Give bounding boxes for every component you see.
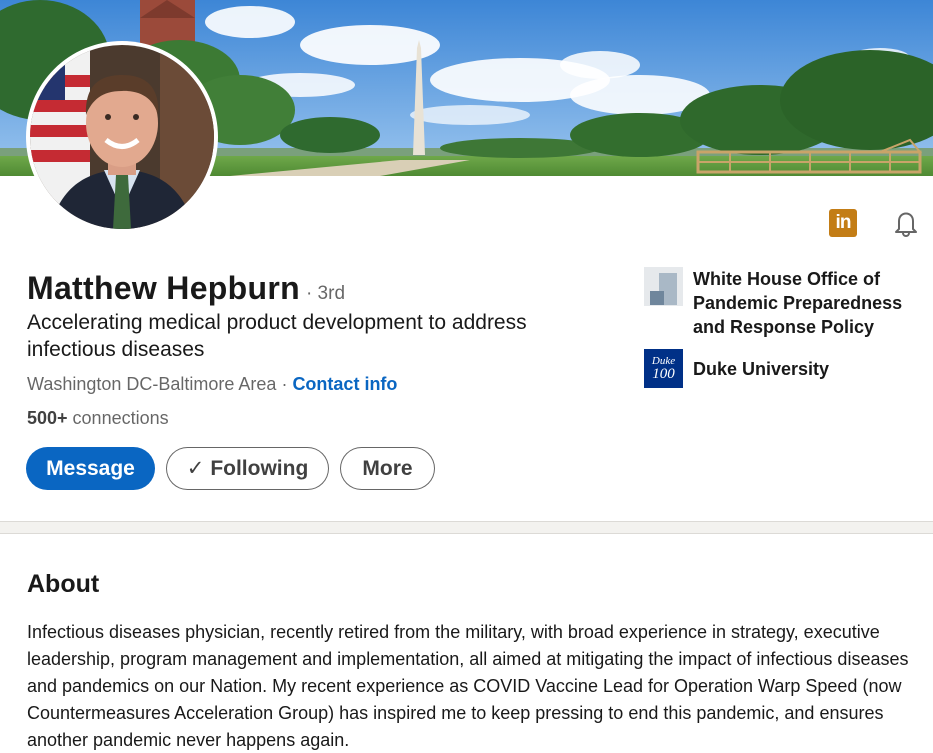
linkedin-icon[interactable]: in <box>829 209 857 237</box>
connections-count: 500+ <box>27 408 68 428</box>
profile-avatar[interactable] <box>26 41 218 233</box>
separator: · <box>276 374 293 394</box>
profile-card: in Matthew Hepburn · 3rd Accelerating me… <box>0 0 933 522</box>
connections-label: connections <box>67 408 169 428</box>
message-button[interactable]: Message <box>26 447 155 490</box>
about-text: Infectious diseases physician, recently … <box>27 622 909 750</box>
duke-university-logo: Duke 100 <box>644 349 683 388</box>
org-item-duke[interactable]: Duke 100 Duke University <box>644 349 924 388</box>
contact-info-link[interactable]: Contact info <box>292 374 397 394</box>
bell-icon[interactable] <box>891 208 921 238</box>
check-icon: ✓ <box>186 457 205 480</box>
white-house-office-logo <box>644 267 683 306</box>
duke-logo-line2: 100 <box>652 366 675 382</box>
following-label: Following <box>210 456 309 480</box>
profile-headline: Accelerating medical product development… <box>27 311 527 361</box>
following-button[interactable]: ✓ Following <box>166 447 329 490</box>
header-icons: in <box>829 208 921 238</box>
organizations-list: White House Office of Pandemic Preparedn… <box>644 267 924 398</box>
connections-link[interactable]: 500+ connections <box>27 408 169 429</box>
profile-name: Matthew Hepburn <box>27 270 300 306</box>
org-name: Duke University <box>693 359 830 379</box>
org-item-white-house[interactable]: White House Office of Pandemic Preparedn… <box>644 267 924 339</box>
name-row: Matthew Hepburn · 3rd <box>27 270 345 307</box>
connection-degree: · 3rd <box>305 283 346 304</box>
about-title: About <box>27 570 100 598</box>
about-section: About Infectious diseases physician, rec… <box>0 533 933 753</box>
more-button[interactable]: More <box>340 447 435 490</box>
profile-actions: Message ✓ Following More <box>26 447 435 490</box>
org-name: White House Office of Pandemic Preparedn… <box>693 269 903 337</box>
profile-location: Washington DC-Baltimore Area <box>27 374 277 394</box>
location-row: Washington DC-Baltimore Area · Contact i… <box>27 374 397 395</box>
